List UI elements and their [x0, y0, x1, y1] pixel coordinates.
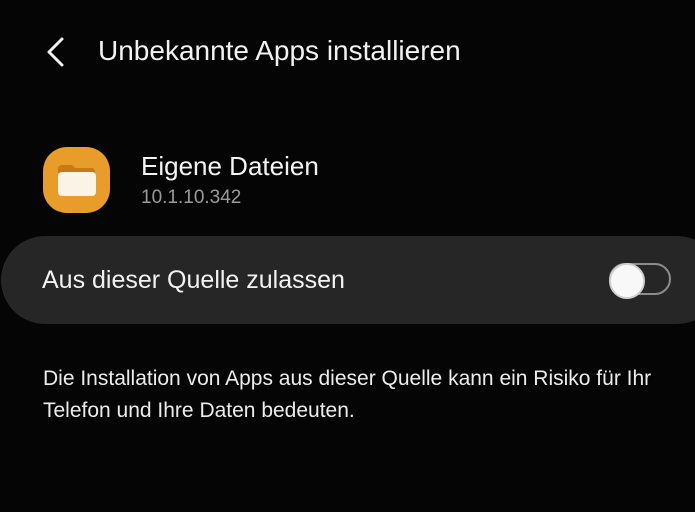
back-button[interactable] [34, 30, 78, 74]
allow-source-toggle[interactable] [609, 263, 671, 299]
app-name: Eigene Dateien [141, 151, 319, 181]
toggle-thumb [609, 263, 645, 299]
page-title: Unbekannte Apps installieren [98, 35, 461, 66]
app-version: 10.1.10.342 [141, 187, 242, 208]
allow-source-label: Aus dieser Quelle zulassen [42, 266, 345, 294]
allow-source-setting-row[interactable]: Aus dieser Quelle zulassen [1, 236, 695, 324]
app-bar: Unbekannte Apps installieren [0, 0, 695, 100]
chevron-left-icon [47, 37, 64, 67]
folder-icon [58, 165, 96, 196]
app-icon [43, 147, 110, 213]
warning-description: Die Installation von Apps aus dieser Que… [43, 367, 652, 422]
